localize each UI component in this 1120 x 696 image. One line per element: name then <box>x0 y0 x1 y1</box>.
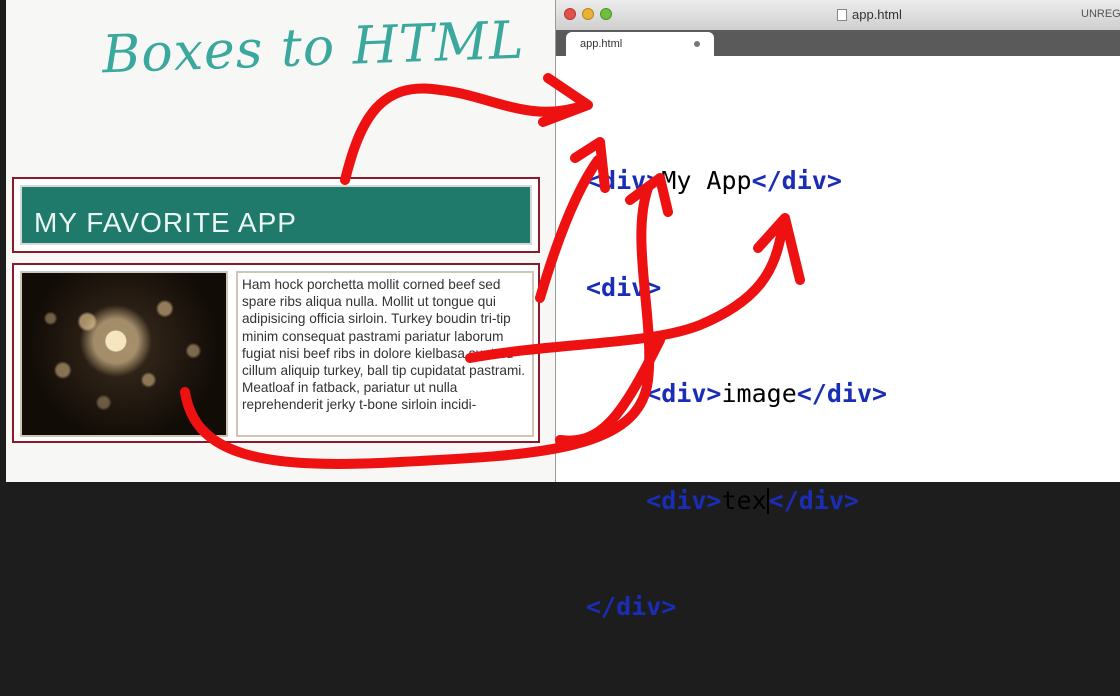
code-tag: </div> <box>751 166 842 195</box>
code-line-4: <div>tex</div> <box>586 483 887 519</box>
tab-app-html[interactable]: app.html <box>566 32 714 56</box>
code-line-1: <div>My App</div> <box>586 163 887 199</box>
body-text-block: Ham hock porchetta mollit corned beef se… <box>236 271 534 437</box>
unsaved-dot-icon[interactable] <box>694 41 700 47</box>
bokeh-image <box>20 271 228 437</box>
board-title: Boxes to HTML <box>101 10 526 86</box>
header-bar: MY FAVORITE APP <box>20 185 532 245</box>
code-tag: <div> <box>586 166 662 195</box>
code-tag: <div> <box>646 379 722 408</box>
code-text: My App <box>661 166 752 195</box>
code-tag: </div> <box>796 379 888 408</box>
minimize-window-button[interactable] <box>582 8 594 20</box>
unregistered-label: UNREGI <box>1081 8 1120 20</box>
code-line-5: </div> <box>586 589 887 625</box>
code-text: image <box>721 379 797 408</box>
code-tag: <div> <box>646 485 722 515</box>
code-line-2: <div> <box>586 270 887 306</box>
whiteboard-panel: Boxes to HTML MY FAVORITE APP Ham hock p… <box>6 0 556 482</box>
header-box-outline: MY FAVORITE APP <box>12 177 540 253</box>
editor-window: app.html UNREGI app.html <div>My App</di… <box>555 0 1120 621</box>
tab-label: app.html <box>580 38 623 50</box>
code-tag: </div> <box>586 592 677 621</box>
app-header-text: MY FAVORITE APP <box>34 207 297 238</box>
maximize-window-button[interactable] <box>600 8 612 20</box>
file-icon <box>837 9 847 21</box>
content-box-outline: Ham hock porchetta mollit corned beef se… <box>12 263 540 443</box>
code-area[interactable]: <div>My App</div> <div> <div>image</div>… <box>586 92 887 696</box>
code-tag: </div> <box>768 485 859 515</box>
code-text: tex <box>721 485 767 515</box>
tab-bar: app.html <box>556 30 1120 56</box>
window-title: app.html <box>852 7 902 22</box>
window-titlebar: app.html UNREGI <box>556 0 1120 31</box>
code-tag: <div> <box>586 272 662 302</box>
close-window-button[interactable] <box>564 8 576 20</box>
code-line-3: <div>image</div> <box>586 376 887 412</box>
